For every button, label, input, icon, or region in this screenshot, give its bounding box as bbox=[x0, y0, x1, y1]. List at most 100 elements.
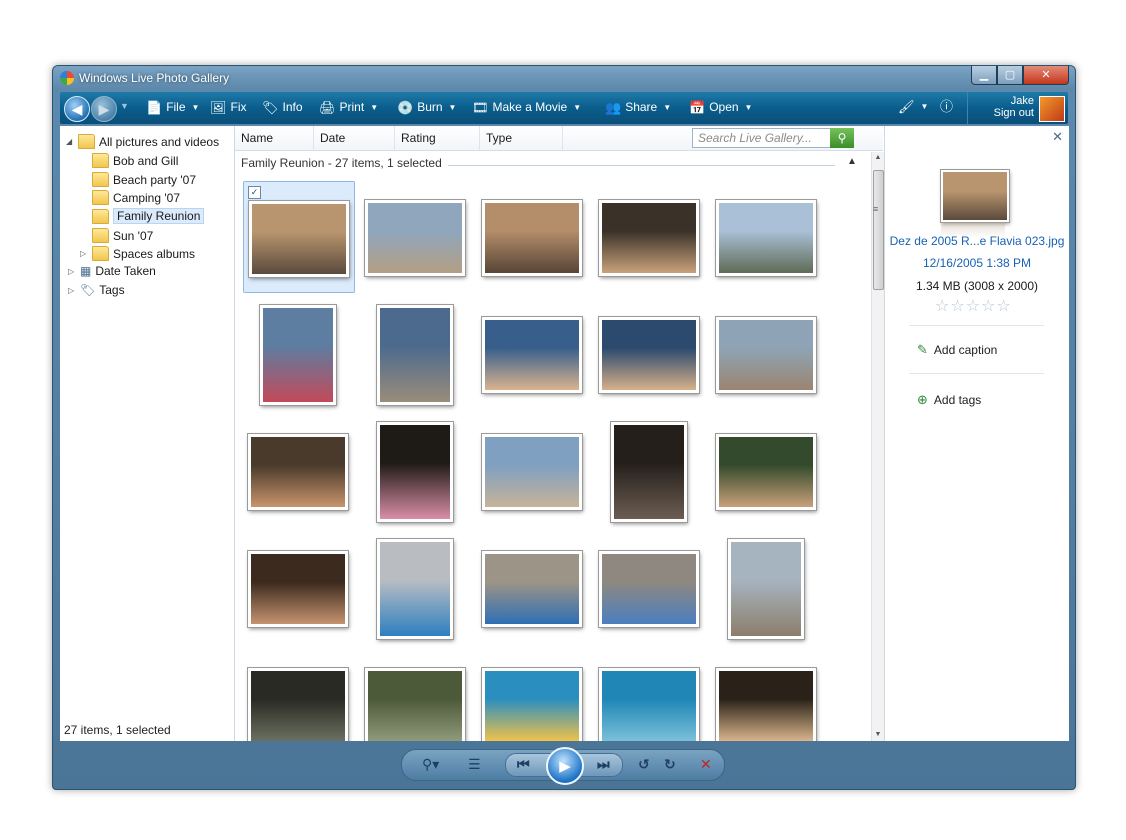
tree-item-sun[interactable]: Sun '07 bbox=[92, 228, 153, 243]
photo-thumbnail[interactable] bbox=[477, 181, 587, 291]
folder-icon bbox=[92, 153, 109, 168]
photo-gallery-window: Windows Live Photo Gallery ▁ ▢ ✕ ◀ ▶ ▼ 📄… bbox=[52, 65, 1076, 790]
movie-icon: 🎞 bbox=[472, 99, 489, 115]
photo-thumbnail[interactable] bbox=[594, 298, 704, 408]
photo-thumbnail[interactable] bbox=[711, 415, 821, 525]
sign-out-link[interactable]: Sign out bbox=[994, 107, 1034, 119]
photo-thumbnail[interactable] bbox=[360, 181, 470, 291]
photo-thumbnail[interactable] bbox=[243, 415, 353, 525]
info-pane: ✕ Dez de 2005 R...e Flavia 023.jpg 12/16… bbox=[884, 126, 1069, 741]
photo-thumbnail[interactable] bbox=[594, 415, 704, 525]
photo-thumbnail[interactable] bbox=[360, 649, 470, 741]
tree-item-family-reunion[interactable]: Family Reunion bbox=[92, 208, 205, 224]
avatar[interactable] bbox=[1039, 96, 1065, 122]
play-slideshow-button[interactable]: ▶ bbox=[546, 747, 584, 785]
photo-thumbnail[interactable] bbox=[360, 532, 470, 642]
photo-image bbox=[599, 317, 699, 393]
tree-item-tags[interactable]: ▷ 🏷 Tags bbox=[68, 283, 125, 297]
column-type[interactable]: Type bbox=[480, 126, 563, 150]
fix-button[interactable]: 🖼 Fix bbox=[210, 100, 247, 114]
photo-thumbnail[interactable] bbox=[477, 415, 587, 525]
back-button[interactable]: ◀ bbox=[64, 96, 90, 122]
photo-image bbox=[482, 200, 582, 276]
photo-thumbnail[interactable] bbox=[243, 298, 353, 408]
tree-item-beach-party[interactable]: Beach party '07 bbox=[92, 172, 196, 187]
photo-image bbox=[599, 200, 699, 276]
expanded-arrow-icon[interactable]: ◢ bbox=[66, 137, 74, 146]
info-button[interactable]: 🏷 Info bbox=[262, 100, 303, 114]
previous-icon[interactable]: ⏮ bbox=[517, 756, 530, 773]
photo-thumbnail[interactable] bbox=[711, 532, 821, 642]
photo-thumbnail[interactable] bbox=[477, 298, 587, 408]
help-button[interactable]: ⓘ bbox=[940, 100, 953, 113]
add-caption-button[interactable]: ✎ Add caption bbox=[917, 342, 997, 358]
maximize-button[interactable]: ▢ bbox=[997, 66, 1023, 85]
search-button[interactable]: ⚲ bbox=[830, 128, 854, 148]
chevron-down-icon: ▼ bbox=[448, 102, 457, 112]
chevron-down-icon: ▼ bbox=[370, 102, 379, 112]
chevron-down-icon: ▼ bbox=[191, 102, 200, 112]
close-pane-icon[interactable]: ✕ bbox=[1052, 129, 1063, 145]
photo-thumbnail[interactable] bbox=[477, 649, 587, 741]
rating-stars[interactable]: ☆☆☆☆☆ bbox=[935, 296, 1012, 316]
open-menu[interactable]: 📅 Open ▼ bbox=[689, 100, 752, 114]
file-menu[interactable]: 📄 File ▼ bbox=[146, 100, 199, 114]
forward-arrow-icon: ▶ bbox=[98, 100, 110, 117]
selection-checkbox[interactable]: ✓ bbox=[248, 186, 261, 199]
photo-thumbnail[interactable] bbox=[594, 181, 704, 291]
photo-thumbnail[interactable] bbox=[243, 532, 353, 642]
rotate-left-icon[interactable]: ↺ bbox=[638, 756, 650, 773]
burn-menu[interactable]: 💿 Burn ▼ bbox=[397, 100, 456, 114]
search-input[interactable]: Search Live Gallery... bbox=[698, 131, 812, 145]
slideshow-list-icon[interactable]: ☰ bbox=[468, 756, 481, 773]
share-menu[interactable]: 👥 Share ▼ bbox=[605, 100, 671, 114]
photo-thumbnail[interactable] bbox=[243, 649, 353, 741]
tree-item-date-taken[interactable]: ▷ ▦ Date Taken bbox=[68, 264, 156, 278]
scroll-down-icon[interactable]: ▼ bbox=[872, 729, 884, 741]
photo-thumbnail[interactable] bbox=[360, 415, 470, 525]
share-icon: 👥 bbox=[605, 99, 622, 115]
collapsed-arrow-icon[interactable]: ▷ bbox=[68, 286, 76, 295]
photo-thumbnail[interactable] bbox=[360, 298, 470, 408]
next-icon[interactable]: ⏭ bbox=[597, 756, 610, 773]
title-bar[interactable]: Windows Live Photo Gallery ▁ ▢ ✕ bbox=[53, 66, 1075, 90]
collapsed-arrow-icon[interactable]: ▷ bbox=[68, 267, 76, 276]
scroll-up-icon[interactable]: ▲ bbox=[872, 152, 884, 164]
collapse-group-icon[interactable]: ▲ bbox=[847, 156, 857, 167]
photo-thumbnail[interactable] bbox=[711, 298, 821, 408]
tree-item-camping[interactable]: Camping '07 bbox=[92, 190, 180, 205]
tree-item-bob-and-gill[interactable]: Bob and Gill bbox=[92, 153, 178, 168]
play-icon: ▶ bbox=[559, 758, 571, 775]
date-taken[interactable]: 12/16/2005 1:38 PM bbox=[885, 256, 1069, 270]
divider bbox=[909, 373, 1044, 374]
rotate-right-icon[interactable]: ↻ bbox=[664, 756, 676, 773]
vertical-scrollbar[interactable]: ▲ ≡ ▼ bbox=[871, 152, 884, 741]
make-movie-menu[interactable]: 🎞 Make a Movie ▼ bbox=[472, 100, 581, 114]
zoom-icon[interactable]: ⚲▾ bbox=[422, 756, 439, 773]
minimize-button[interactable]: ▁ bbox=[971, 66, 997, 85]
photo-thumbnail[interactable] bbox=[477, 532, 587, 642]
delete-icon[interactable]: ✕ bbox=[700, 756, 712, 773]
nav-history-dropdown[interactable]: ▼ bbox=[120, 101, 129, 111]
add-tags-button[interactable]: ⊕ Add tags bbox=[917, 392, 981, 408]
tree-item-spaces-albums[interactable]: ▷ Spaces albums bbox=[80, 246, 195, 261]
photo-thumbnail[interactable] bbox=[711, 181, 821, 291]
column-rating[interactable]: Rating bbox=[395, 126, 480, 150]
forward-button[interactable]: ▶ bbox=[91, 96, 117, 122]
column-date[interactable]: Date bbox=[314, 126, 395, 150]
photo-thumbnail[interactable] bbox=[594, 649, 704, 741]
scrollbar-thumb[interactable] bbox=[873, 170, 884, 290]
photo-thumbnail[interactable]: ✓ bbox=[243, 181, 355, 293]
print-menu[interactable]: 🖨 Print ▼ bbox=[319, 100, 378, 114]
tree-item-all-pictures[interactable]: ◢ All pictures and videos bbox=[66, 134, 219, 149]
file-icon: 📄 bbox=[146, 99, 163, 115]
photo-image bbox=[716, 668, 816, 741]
column-name[interactable]: Name bbox=[235, 126, 314, 150]
search-box[interactable]: Search Live Gallery... ⚲ bbox=[692, 128, 854, 148]
photo-thumbnail[interactable] bbox=[594, 532, 704, 642]
close-button[interactable]: ✕ bbox=[1023, 66, 1069, 85]
paintbrush-menu[interactable]: 🖌 ▼ bbox=[898, 100, 928, 113]
photo-thumbnail[interactable] bbox=[711, 649, 821, 741]
file-name[interactable]: Dez de 2005 R...e Flavia 023.jpg bbox=[885, 234, 1069, 248]
collapsed-arrow-icon[interactable]: ▷ bbox=[80, 249, 88, 258]
